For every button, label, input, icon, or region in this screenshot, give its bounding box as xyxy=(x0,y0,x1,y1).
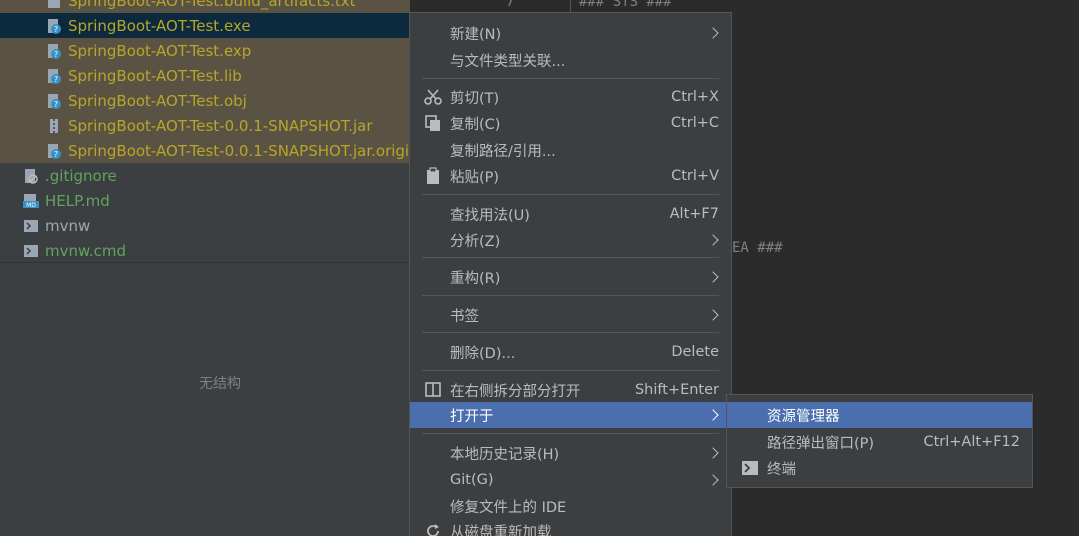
menu-separator xyxy=(422,370,719,371)
menu-item-copy[interactable]: 复制(C) Ctrl+C xyxy=(410,110,731,136)
menu-item-repair-ide[interactable]: 修复文件上的 IDE xyxy=(410,493,731,519)
svg-text:?: ? xyxy=(54,50,58,59)
menu-separator xyxy=(422,332,719,333)
menu-item-reload[interactable]: 从磁盘重新加载 xyxy=(410,518,731,536)
tree-item[interactable]: MD HELP.md xyxy=(0,188,410,213)
menu-item-new[interactable]: 新建(N) xyxy=(410,20,731,46)
svg-text:?: ? xyxy=(54,25,58,34)
tree-item[interactable]: ? SpringBoot-AOT-Test.lib xyxy=(0,63,410,88)
clipboard-icon xyxy=(424,167,442,185)
menu-item-split-open[interactable]: 在右侧拆分部分打开 Shift+Enter xyxy=(410,377,731,403)
structure-panel: 无结构 xyxy=(0,262,410,536)
menu-item-refactor[interactable]: 重构(R) xyxy=(410,264,731,290)
tree-item[interactable]: SpringBoot-AOT-Test-0.0.1-SNAPSHOT.jar xyxy=(0,113,410,138)
unknown-file-icon: ? xyxy=(46,68,62,84)
markdown-icon: MD xyxy=(23,193,39,209)
menu-item-cut[interactable]: 剪切(T) Ctrl+X xyxy=(410,84,731,110)
menu-item-find-usages[interactable]: 查找用法(U) Alt+F7 xyxy=(410,201,731,227)
project-tree: SpringBoot-AOT-Test.build_artifacts.txt … xyxy=(0,0,410,262)
refresh-icon xyxy=(424,522,442,536)
menu-item-bookmarks[interactable]: 书签 xyxy=(410,302,731,328)
menu-item-copy-path[interactable]: 复制路径/引用... xyxy=(410,137,731,163)
chevron-right-icon xyxy=(707,271,719,283)
submenu-item-terminal[interactable]: 终端 xyxy=(727,455,1032,481)
unknown-file-icon: ? xyxy=(46,18,62,34)
menu-separator xyxy=(422,194,719,195)
chevron-right-icon xyxy=(707,27,719,39)
svg-text:MD: MD xyxy=(26,202,36,209)
menu-item-local-history[interactable]: 本地历史记录(H) xyxy=(410,440,731,466)
copy-icon xyxy=(424,114,442,132)
menu-item-open-in[interactable]: 打开于 xyxy=(410,402,731,428)
gitignore-icon xyxy=(23,168,39,184)
terminal-file-icon xyxy=(23,243,39,259)
svg-text:?: ? xyxy=(54,150,58,159)
menu-item-paste[interactable]: 粘贴(P) Ctrl+V xyxy=(410,163,731,189)
archive-icon xyxy=(46,118,62,134)
context-menu: 新建(N) 与文件类型关联... 剪切(T) Ctrl+X 复制(C) Ctrl… xyxy=(409,12,732,536)
structure-empty-text: 无结构 xyxy=(199,376,241,392)
chevron-right-icon xyxy=(707,234,719,246)
unknown-file-icon: ? xyxy=(46,143,62,159)
submenu-item-path-popup[interactable]: 路径弹出窗口(P) Ctrl+Alt+F12 xyxy=(727,429,1032,455)
tree-item[interactable]: mvnw.cmd xyxy=(0,238,410,262)
code-line: EA ### xyxy=(732,240,783,256)
submenu-item-explorer[interactable]: 资源管理器 xyxy=(727,402,1032,428)
menu-separator xyxy=(422,78,719,79)
menu-separator xyxy=(422,433,719,434)
menu-item-analyze[interactable]: 分析(Z) xyxy=(410,227,731,253)
chevron-right-icon xyxy=(707,309,719,321)
split-view-icon xyxy=(424,381,442,399)
menu-item-delete[interactable]: 删除(D)... Delete xyxy=(410,339,731,365)
chevron-right-icon xyxy=(707,409,719,421)
menu-item-git[interactable]: Git(G) xyxy=(410,467,731,493)
gutter-divider xyxy=(570,0,571,12)
chevron-right-icon xyxy=(707,474,719,486)
menu-separator xyxy=(422,257,719,258)
unknown-file-icon: ? xyxy=(46,93,62,109)
menu-separator xyxy=(422,295,719,296)
text-file-icon xyxy=(46,0,62,9)
tree-item[interactable]: mvnw xyxy=(0,213,410,238)
tree-item[interactable]: ? SpringBoot-AOT-Test.obj xyxy=(0,88,410,113)
svg-text:?: ? xyxy=(54,100,58,109)
code-line: ### STS ### xyxy=(579,0,672,10)
menu-item-associate[interactable]: 与文件类型关联... xyxy=(410,47,731,73)
line-number: 7 xyxy=(506,0,515,10)
scissors-icon xyxy=(424,88,442,106)
tree-item[interactable]: SpringBoot-AOT-Test.build_artifacts.txt xyxy=(0,0,410,13)
terminal-file-icon xyxy=(23,218,39,234)
tree-item-selected[interactable]: ? SpringBoot-AOT-Test.exe xyxy=(0,13,410,38)
chevron-right-icon xyxy=(707,447,719,459)
unknown-file-icon: ? xyxy=(46,43,62,59)
terminal-icon xyxy=(741,459,759,477)
tree-item[interactable]: ? SpringBoot-AOT-Test-0.0.1-SNAPSHOT.jar… xyxy=(0,138,410,163)
tree-item[interactable]: .gitignore xyxy=(0,163,410,188)
svg-text:?: ? xyxy=(54,75,58,84)
open-in-submenu: 资源管理器 路径弹出窗口(P) Ctrl+Alt+F12 终端 xyxy=(726,394,1033,488)
tree-item[interactable]: ? SpringBoot-AOT-Test.exp xyxy=(0,38,410,63)
